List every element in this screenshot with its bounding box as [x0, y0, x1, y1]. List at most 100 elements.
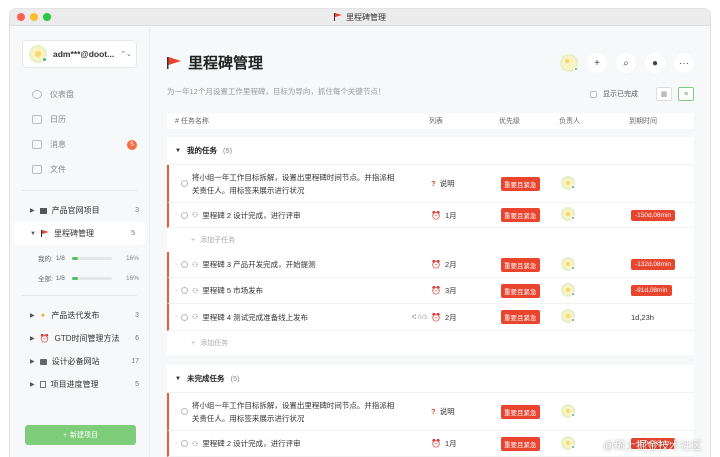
complete-checkbox[interactable] [181, 261, 188, 268]
nav-label: 仪表盘 [50, 90, 74, 99]
priority-cell[interactable]: 重要且紧急 [501, 176, 561, 191]
table-row[interactable]: › ⚇ 里程碑 5 市场发布 ⏰ 3月 重要且紧急 -91d,08min [167, 278, 694, 304]
more-icon[interactable]: ··· [674, 53, 694, 73]
project-item-design-sites[interactable]: ▶ 设计必备网站 17 [10, 350, 149, 373]
nav-item-files[interactable]: 文件 [10, 157, 149, 182]
priority-cell[interactable]: 重要且紧急 [501, 404, 561, 419]
drag-handle-icon[interactable]: › [175, 212, 177, 218]
list-cell[interactable]: ? 说明 [431, 406, 501, 417]
owner-cell[interactable] [561, 175, 631, 192]
table-row[interactable]: › ⚇ 里程碑 4 测试完成准备线上发布 ⑆ 0/3 ⏰ 2月 重要且紧急 1d… [167, 304, 694, 331]
show-completed-label: 显示已完成 [603, 91, 638, 98]
list-cell[interactable]: ⏰ 2月 [431, 259, 501, 270]
message-count-badge: 5 [127, 139, 137, 150]
project-item-gtd[interactable]: ▶ ⏰ GTD时间管理方法 6 [10, 327, 149, 350]
close-window-button[interactable] [17, 13, 25, 21]
chevron-updown-icon: ⌃⌄ [120, 51, 132, 58]
drag-handle-icon[interactable]: › [175, 441, 177, 447]
task-name: 将小组一年工作目标拆解，设置出里程碑时间节点。并指派相 关责任人。用标签来展示进… [192, 399, 395, 425]
priority-cell[interactable]: 重要且紧急 [501, 310, 561, 324]
due-cell[interactable]: -150d,08min [631, 209, 694, 221]
add-task-button[interactable]: + 添加任务 [167, 331, 694, 355]
project-item-website[interactable]: ▶ 产品官网项目 3 [10, 199, 149, 222]
nav-item-messages[interactable]: 消息 5 [10, 132, 149, 157]
nav-item-calendar[interactable]: 日历 [10, 107, 149, 132]
due-cell[interactable]: 1d,23h [631, 313, 694, 322]
complete-checkbox[interactable] [181, 313, 188, 321]
owner-cell[interactable] [561, 256, 631, 273]
maximize-window-button[interactable] [43, 13, 51, 21]
column-header-owner: 负责人 [559, 118, 580, 125]
table-row[interactable]: ⁝ 将小组一年工作目标拆解，设置出里程碑时间节点。并指派相 关责任人。用标签来展… [167, 165, 694, 203]
section-header[interactable]: ▼ 未完成任务 (5) [167, 365, 694, 393]
drag-handle-icon[interactable]: ⁝ [175, 180, 177, 187]
people-icon: ⚇ [192, 314, 199, 321]
complete-checkbox[interactable] [181, 211, 188, 219]
add-subtask-button[interactable]: + 添加子任务 [167, 228, 694, 252]
column-header-name: # 任务名称 [175, 118, 209, 125]
search-icon[interactable]: ⌕ [616, 53, 636, 73]
grid-view-icon[interactable]: ▦ [656, 87, 672, 101]
drag-handle-icon[interactable]: › [175, 262, 177, 268]
list-cell[interactable]: ⏰ 1月 [431, 438, 501, 449]
priority-cell[interactable]: 重要且紧急 [501, 257, 561, 272]
due-cell[interactable]: -91d,08min [631, 285, 694, 296]
project-item-iteration[interactable]: ▶ ✦ 产品迭代发布 3 [10, 304, 149, 327]
list-label: 说明 [439, 407, 455, 416]
plus-icon: + [191, 236, 196, 244]
list-view-icon[interactable]: ≡ [678, 87, 694, 101]
list-cell[interactable]: ⏰ 2月 [431, 312, 501, 323]
chat-icon[interactable]: ● [645, 53, 665, 73]
priority-cell[interactable]: 重要且紧急 [501, 283, 561, 298]
project-label: 设计必备网站 [51, 357, 100, 366]
progress-fill [71, 276, 79, 280]
new-project-label: 新建项目 [70, 432, 99, 439]
list-label: 2月 [444, 312, 457, 322]
due-badge: -132d,08min [631, 259, 676, 270]
add-icon[interactable]: + [587, 53, 607, 73]
complete-checkbox[interactable] [181, 440, 188, 447]
project-item-progress-mgmt[interactable]: ▶ 项目进度管理 5 [10, 373, 149, 396]
complete-checkbox[interactable] [180, 408, 188, 415]
priority-cell[interactable]: 重要且紧急 [501, 208, 561, 222]
progress-bar [71, 256, 112, 260]
show-completed-checkbox[interactable] [590, 90, 597, 98]
complete-checkbox[interactable] [181, 287, 188, 294]
table-row[interactable]: ⁝ 将小组一年工作目标拆解，设置出里程碑时间节点。并指派相 关责任人。用标签来展… [167, 393, 694, 431]
avatar [561, 175, 575, 190]
list-cell[interactable]: ⏰ 1月 [431, 210, 501, 221]
owner-cell[interactable] [561, 207, 631, 223]
list-cell[interactable]: ⏰ 3月 [431, 285, 501, 296]
owner-cell[interactable] [561, 309, 631, 325]
owner-cell[interactable] [561, 403, 631, 420]
due-cell[interactable]: -132d,08min [631, 259, 694, 270]
member-avatar[interactable] [560, 54, 578, 72]
priority-badge: 重要且紧急 [501, 310, 540, 324]
user-switcher[interactable]: adm***@doot... ⌃⌄ [22, 40, 137, 68]
complete-checkbox[interactable] [180, 180, 188, 187]
new-project-button[interactable]: + 新建项目 [25, 425, 136, 445]
priority-cell[interactable]: 重要且紧急 [501, 436, 561, 451]
calendar-icon [32, 115, 42, 124]
avatar [561, 309, 575, 323]
nav-item-dashboard[interactable]: 仪表盘 [10, 82, 149, 107]
minimize-window-button[interactable] [30, 13, 38, 21]
table-row[interactable]: › ⚇ 里程碑 3 产品开发完成，开始提测 ⏰ 2月 重要且紧急 -132d,0… [167, 252, 694, 278]
table-row[interactable]: › ⚇ 里程碑 2 设计完成，进行评审 ⏰ 1月 重要且紧急 -150d,08m… [167, 203, 694, 228]
owner-cell[interactable] [561, 282, 631, 299]
task-name-line: 关责任人。用标签来展示进行状况 [191, 413, 305, 423]
drag-handle-icon[interactable]: ⁝ [175, 408, 177, 415]
window-title: 里程碑管理 [346, 12, 386, 22]
progress-ratio: 1/8 [55, 254, 65, 262]
subtask-count-value: 0/3 [417, 313, 427, 321]
drag-handle-icon[interactable]: › [175, 288, 177, 294]
people-icon: ⚇ [192, 261, 199, 269]
project-item-milestone[interactable]: ▼ 里程碑管理 5 [14, 222, 145, 245]
list-cell[interactable]: ? 说明 [431, 178, 501, 189]
dashboard-icon [32, 90, 42, 99]
section-header[interactable]: ▼ 我的任务 (5) [167, 137, 694, 165]
drag-handle-icon[interactable]: › [175, 314, 177, 320]
progress-fill [71, 256, 79, 260]
due-text: 1d,23h [631, 312, 654, 322]
alarm-clock-icon: ⏰ [431, 260, 441, 269]
